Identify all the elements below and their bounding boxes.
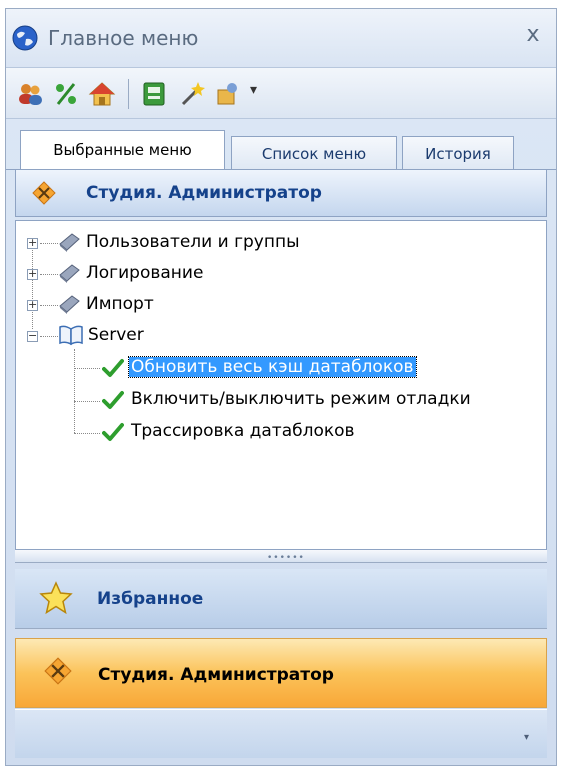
check-icon xyxy=(102,391,124,409)
section-header[interactable]: Студия. Администратор xyxy=(15,169,547,217)
tree-item-refresh-cache[interactable]: Обновить весь кэш датаблоков xyxy=(16,353,536,383)
nav-admin-studio-label: Студия. Администратор xyxy=(98,665,334,685)
tree-item-label: Импорт xyxy=(86,294,154,314)
tree-item-label: Включить/выключить режим отладки xyxy=(131,389,471,409)
section-header-label: Студия. Администратор xyxy=(86,183,322,203)
globe-icon xyxy=(12,25,38,51)
tools-diamond-icon xyxy=(44,657,72,685)
nav-favorites-label: Избранное xyxy=(97,589,204,609)
share-icon[interactable] xyxy=(214,80,242,108)
nav-favorites-button[interactable]: Избранное xyxy=(15,569,547,629)
star-icon xyxy=(39,581,73,615)
toolbar: ▾ xyxy=(6,68,556,119)
collapse-icon[interactable]: − xyxy=(27,330,38,342)
tree-item-trace-datablocks[interactable]: Трассировка датаблоков xyxy=(16,417,536,447)
tree-item-debug-mode[interactable]: Включить/выключить режим отладки xyxy=(16,385,536,415)
tab-menu-list[interactable]: Список меню xyxy=(231,136,397,170)
wand-icon[interactable] xyxy=(178,80,206,108)
open-book-icon xyxy=(59,325,83,346)
tools-diamond-icon xyxy=(32,181,56,205)
splitter-handle[interactable]: •••••• xyxy=(15,550,547,563)
tab-history[interactable]: История xyxy=(402,136,514,170)
tree-item-label: Логирование xyxy=(86,263,204,283)
menu-tree: + Пользователи и группы + Логирование + … xyxy=(15,220,547,550)
expand-icon[interactable]: + xyxy=(27,299,38,311)
window-title: Главное меню xyxy=(48,26,199,50)
chevron-down-icon[interactable]: ▾ xyxy=(524,732,529,743)
percent-icon[interactable] xyxy=(52,80,80,108)
expand-icon[interactable]: + xyxy=(27,268,38,280)
tree-item-label: Пользователи и группы xyxy=(86,232,300,252)
check-icon xyxy=(102,423,124,441)
check-icon xyxy=(102,359,124,377)
tree-item-label-selected: Обновить весь кэш датаблоков xyxy=(128,356,417,378)
tree-item-users-groups[interactable]: + Пользователи и группы xyxy=(16,228,536,258)
screen-icon[interactable] xyxy=(140,80,168,108)
tree-item-server[interactable]: − Server xyxy=(16,321,536,351)
home-icon[interactable] xyxy=(88,80,116,108)
toolbar-separator xyxy=(128,79,129,109)
nav-overflow-bar: ▾ xyxy=(15,709,547,758)
tab-strip: Выбранные меню Список меню История xyxy=(6,119,556,170)
close-button[interactable]: x xyxy=(520,22,546,48)
book-icon xyxy=(59,295,80,314)
tree-item-logging[interactable]: + Логирование xyxy=(16,259,536,289)
tree-item-label: Трассировка датаблоков xyxy=(131,421,355,441)
nav-admin-studio-button[interactable]: Студия. Администратор xyxy=(15,638,547,708)
tree-item-label: Server xyxy=(88,325,144,345)
book-icon xyxy=(59,233,80,252)
title-bar: Главное меню x xyxy=(6,9,556,68)
users-icon[interactable] xyxy=(16,80,44,108)
tab-selected-menus[interactable]: Выбранные меню xyxy=(20,130,225,170)
book-icon xyxy=(59,264,80,283)
main-menu-window: Главное меню x ▾ Выбранные меню Список м… xyxy=(5,8,557,766)
toolbar-dropdown-arrow[interactable]: ▾ xyxy=(250,82,257,98)
splitter-grip-icon: •••••• xyxy=(267,553,305,563)
expand-icon[interactable]: + xyxy=(27,237,38,249)
tree-item-import[interactable]: + Импорт xyxy=(16,290,536,320)
